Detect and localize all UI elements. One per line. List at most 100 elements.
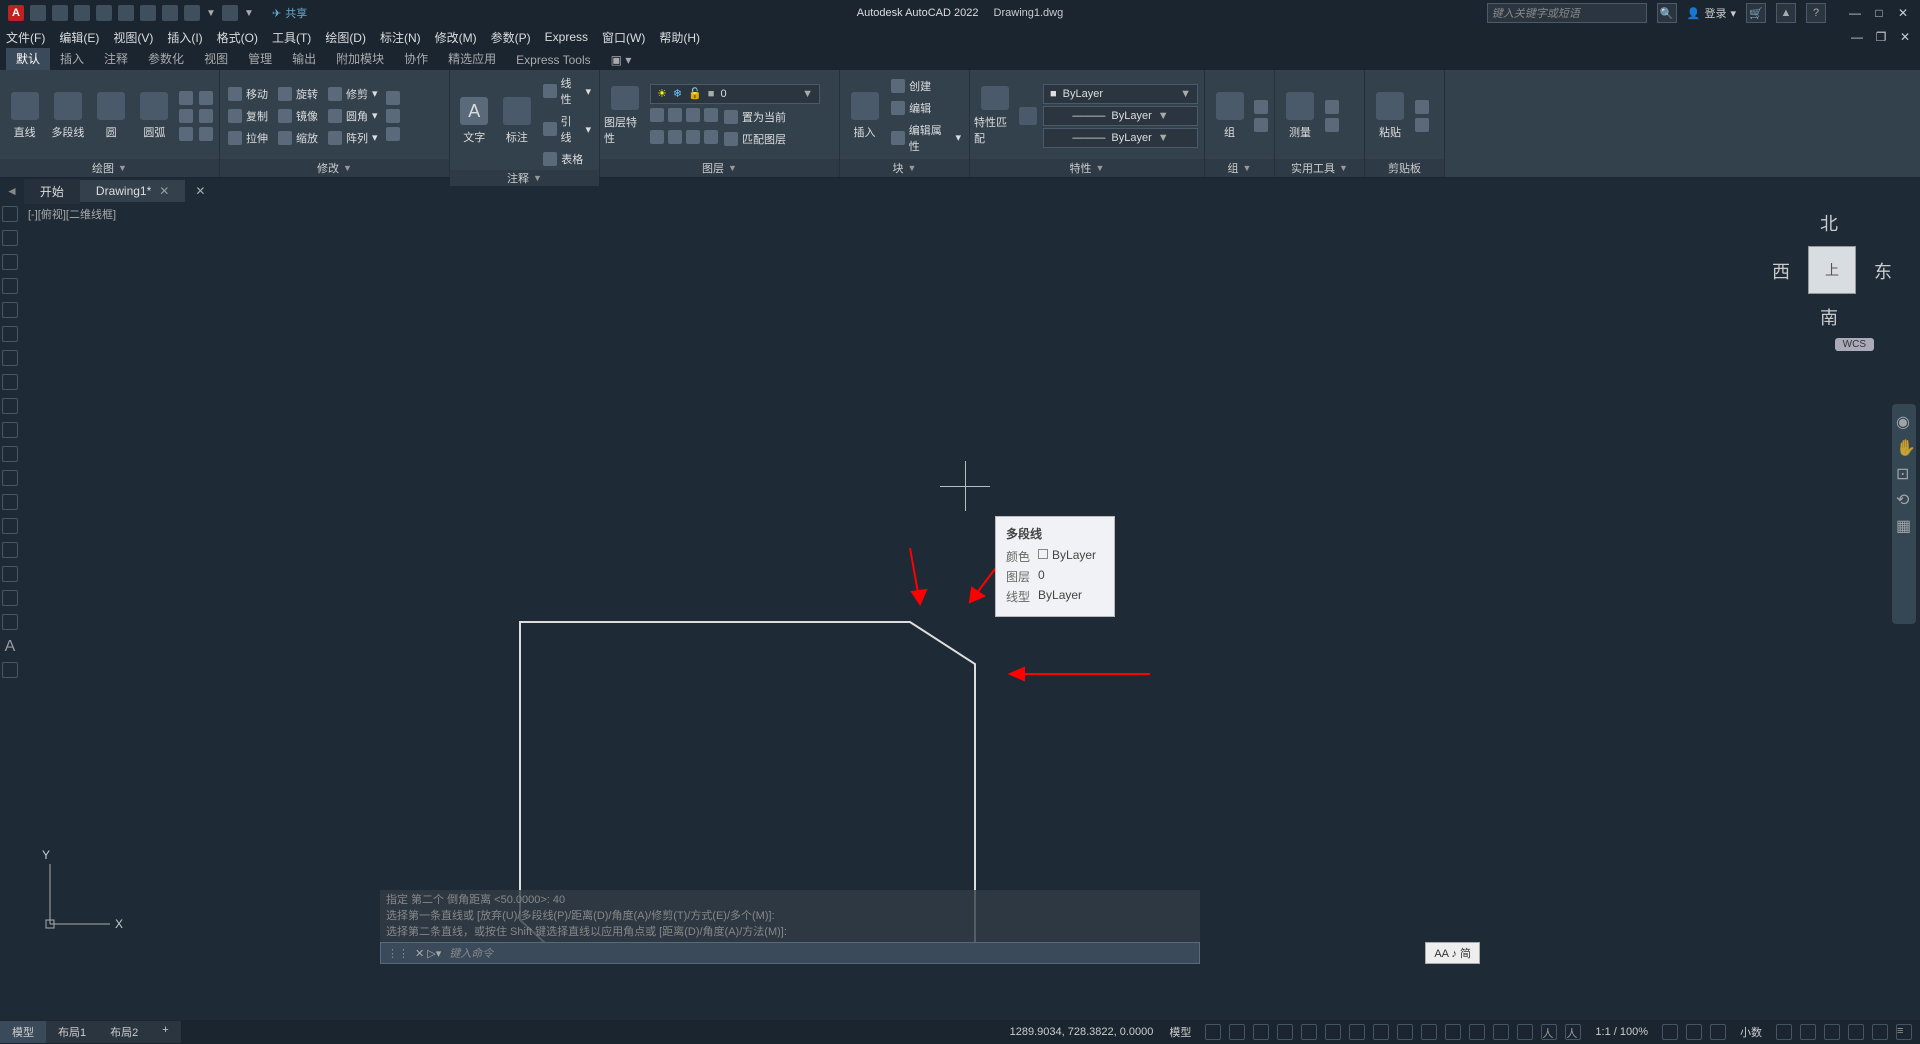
view-cube[interactable]: 北 南 西 东 上	[1772, 210, 1892, 330]
zoom-extents-icon[interactable]: ⊡	[1896, 464, 1912, 480]
scale-button[interactable]: 缩放	[276, 129, 320, 147]
donut-icon[interactable]	[199, 109, 213, 123]
panel-modify-title[interactable]: 修改▼	[220, 159, 449, 177]
open-web-icon[interactable]	[118, 5, 134, 21]
grid-mode-icon[interactable]	[1205, 1024, 1221, 1040]
explode-icon[interactable]	[386, 109, 400, 123]
menu-tools[interactable]: 工具(T)	[272, 29, 311, 46]
maximize-icon[interactable]: □	[1870, 6, 1888, 20]
selection-filter-icon[interactable]	[1493, 1024, 1509, 1040]
text-button[interactable]: A文字	[454, 91, 495, 151]
otrack-icon[interactable]	[1373, 1024, 1389, 1040]
panel-layer-title[interactable]: 图层▼	[600, 159, 839, 177]
tab-start[interactable]: 开始	[24, 179, 80, 204]
cmd-input[interactable]: ⋮⋮ ✕ ▷▾ 键入命令	[380, 942, 1200, 964]
select-all-icon[interactable]	[1325, 100, 1339, 114]
minimize-icon[interactable]: —	[1846, 6, 1864, 20]
autoscale-icon[interactable]: 人	[1565, 1024, 1581, 1040]
close-tab-icon[interactable]: ✕	[159, 184, 169, 198]
panel-clip-title[interactable]: 剪贴板	[1365, 159, 1444, 177]
wcs-badge[interactable]: WCS	[1835, 338, 1874, 351]
layer-on-icon[interactable]	[650, 108, 664, 122]
tab-annotate[interactable]: 注释	[94, 47, 138, 70]
menu-window[interactable]: 窗口(W)	[602, 29, 645, 46]
app-switcher-icon[interactable]: ▲	[1776, 3, 1796, 23]
status-model-label[interactable]: 模型	[1163, 1024, 1197, 1040]
saveas-icon[interactable]	[96, 5, 112, 21]
dynucs-icon[interactable]	[1469, 1024, 1485, 1040]
help-icon[interactable]: ?	[1806, 3, 1826, 23]
isodraft-icon[interactable]	[1301, 1024, 1317, 1040]
tab-addins[interactable]: 附加模块	[326, 47, 394, 70]
panel-group-title[interactable]: 组▼	[1205, 159, 1274, 177]
open-icon[interactable]	[52, 5, 68, 21]
tab-default[interactable]: 默认	[6, 47, 50, 70]
color-dropdown[interactable]: ■ ByLayer▼	[1043, 84, 1198, 104]
linetype-dropdown[interactable]: ——— ByLayer▼	[1043, 128, 1198, 148]
ellipse-icon[interactable]	[179, 109, 193, 123]
copy-clip-icon[interactable]	[1415, 118, 1429, 132]
mdi-minimize-icon[interactable]: —	[1848, 30, 1866, 44]
dim-button[interactable]: 标注	[497, 91, 538, 151]
login-button[interactable]: 👤 登录 ▾	[1687, 5, 1736, 21]
new-icon[interactable]	[30, 5, 46, 21]
orbit-icon[interactable]: ⟲	[1896, 490, 1912, 506]
menu-dim[interactable]: 标注(N)	[380, 29, 421, 46]
workspace-icon[interactable]	[1662, 1024, 1678, 1040]
rect-icon[interactable]	[199, 91, 213, 105]
new-tab-icon[interactable]: ✕	[185, 180, 215, 202]
panel-block-title[interactable]: 块▼	[840, 159, 969, 177]
tab-insert[interactable]: 插入	[50, 47, 94, 70]
selection-cycle-icon[interactable]	[1445, 1024, 1461, 1040]
tab-layout1[interactable]: 布局1	[46, 1021, 98, 1043]
mdi-close-icon[interactable]: ✕	[1896, 30, 1914, 44]
region-icon[interactable]	[199, 127, 213, 141]
panel-draw-title[interactable]: 绘图▼	[0, 159, 219, 177]
block-create-button[interactable]: 创建	[889, 77, 963, 95]
erase-icon[interactable]	[386, 91, 400, 105]
tab-express-tools[interactable]: Express Tools	[506, 50, 600, 70]
array-button[interactable]: 阵列 ▾	[326, 129, 380, 147]
cut-icon[interactable]	[1415, 100, 1429, 114]
showmotion-icon[interactable]: ▦	[1896, 516, 1912, 532]
line-button[interactable]: 直线	[4, 86, 45, 146]
tab-output[interactable]: 输出	[282, 47, 326, 70]
trim-button[interactable]: 修剪 ▾	[326, 85, 380, 103]
ime-indicator[interactable]: AA ♪ 简	[1425, 942, 1480, 964]
save-web-icon[interactable]	[140, 5, 156, 21]
menu-format[interactable]: 格式(O)	[217, 29, 258, 46]
match-props-button[interactable]: 特性匹配	[974, 86, 1015, 146]
tab-manage[interactable]: 管理	[238, 47, 282, 70]
undo-icon[interactable]	[184, 5, 200, 21]
tab-layout2[interactable]: 布局2	[98, 1021, 150, 1043]
layer-dropdown[interactable]: ☀❄🔓■0▼	[650, 84, 820, 104]
panel-props-title[interactable]: 特性▼	[970, 159, 1204, 177]
zoom-readout[interactable]: 1:1 / 100%	[1589, 1026, 1654, 1038]
menu-edit[interactable]: 编辑(E)	[59, 29, 99, 46]
units-label[interactable]: 小数	[1734, 1024, 1768, 1040]
plot-icon[interactable]	[162, 5, 178, 21]
polar-icon[interactable]	[1277, 1024, 1293, 1040]
isolate-icon[interactable]	[1824, 1024, 1840, 1040]
offset-icon[interactable]	[386, 127, 400, 141]
tab-parametric[interactable]: 参数化	[138, 47, 194, 70]
group-edit-icon[interactable]	[1254, 118, 1268, 132]
clean-screen-icon[interactable]	[1872, 1024, 1888, 1040]
color-picker-icon[interactable]	[1019, 107, 1037, 125]
view-cube-top[interactable]: 上	[1808, 246, 1856, 294]
redo-dropdown-icon[interactable]: ▼	[244, 8, 254, 19]
paste-button[interactable]: 粘贴	[1369, 86, 1411, 146]
annotation-monitor-icon[interactable]	[1686, 1024, 1702, 1040]
search-input[interactable]: 键入关键字或短语	[1487, 3, 1647, 23]
circle-button[interactable]: 圆	[91, 86, 132, 146]
menu-modify[interactable]: 修改(M)	[435, 29, 477, 46]
close-icon[interactable]: ✕	[1894, 6, 1912, 20]
command-line[interactable]: 指定 第二个 倒角距离 <50.0000>: 40 选择第一条直线或 [放弃(U…	[380, 890, 1200, 964]
cmd-handle-icon[interactable]: ⋮⋮	[387, 947, 409, 960]
search-icon[interactable]: 🔍	[1657, 3, 1677, 23]
rotate-button[interactable]: 旋转	[276, 85, 320, 103]
ungroup-icon[interactable]	[1254, 100, 1268, 114]
lineweight-dropdown[interactable]: ——— ByLayer▼	[1043, 106, 1198, 126]
tab-view[interactable]: 视图	[194, 47, 238, 70]
panel-util-title[interactable]: 实用工具▼	[1275, 159, 1364, 177]
